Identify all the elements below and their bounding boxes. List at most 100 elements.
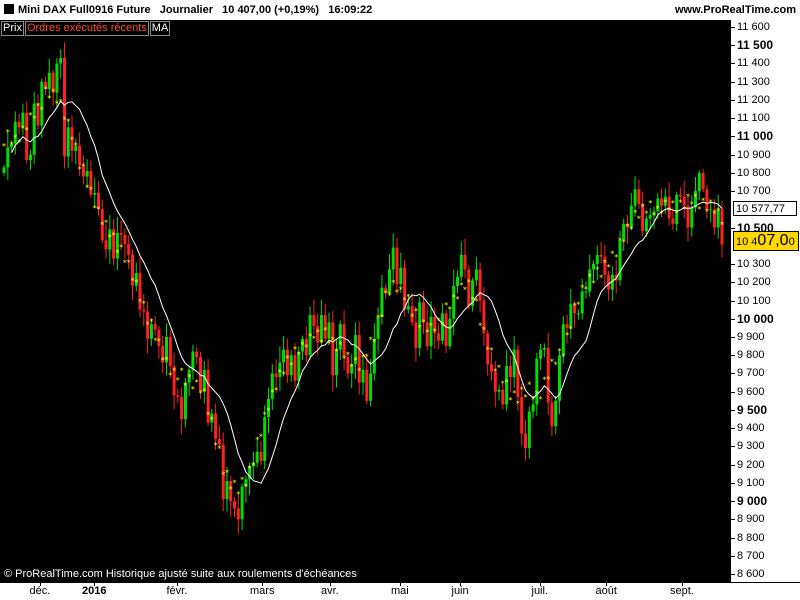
x-tick-label: sept. <box>670 585 694 597</box>
price-chart[interactable]: * * * * * * * * * * * * * * * * * * * * * * * * * * * * * * * * * * * * * * * *… <box>0 20 730 582</box>
candle-body[interactable] <box>263 417 267 461</box>
candle-body[interactable] <box>539 349 543 359</box>
candle-body[interactable] <box>168 337 172 367</box>
candle-body[interactable] <box>459 254 463 277</box>
candle-body[interactable] <box>391 247 395 270</box>
candle-body[interactable] <box>127 244 131 255</box>
candle-body[interactable] <box>32 103 36 155</box>
y-tick-mark <box>731 191 735 193</box>
candle-body[interactable] <box>474 269 478 281</box>
candle-body[interactable] <box>576 313 580 315</box>
candle-body[interactable] <box>59 58 63 64</box>
candle-body[interactable] <box>633 189 637 206</box>
candle-body[interactable] <box>444 313 448 347</box>
candle-body[interactable] <box>55 63 59 93</box>
candle-body[interactable] <box>365 369 369 401</box>
candle-body[interactable] <box>599 254 603 257</box>
sar-dot: * <box>74 141 78 150</box>
candle-body[interactable] <box>119 233 123 235</box>
candle-body[interactable] <box>508 366 512 377</box>
candle-body[interactable] <box>478 269 482 301</box>
sar-dot: * <box>323 326 327 335</box>
candle-body[interactable] <box>29 154 32 161</box>
y-tick-mark <box>731 318 735 320</box>
candle-body[interactable] <box>47 72 51 89</box>
candle-body[interactable] <box>524 433 527 449</box>
last-price-main: 07,0 <box>757 232 789 249</box>
candle-body[interactable] <box>595 254 599 264</box>
sar-dot: * <box>32 115 36 124</box>
candle-body[interactable] <box>312 315 316 326</box>
sar-dot: * <box>614 253 618 262</box>
date-axis[interactable]: déc. 2016 févr. mars avr. mai juin juil. août sep… <box>0 582 800 600</box>
candle-body[interactable] <box>85 171 89 177</box>
y-tick-mark <box>731 501 735 503</box>
sar-dot: * <box>516 400 520 409</box>
candle-body[interactable] <box>6 147 10 168</box>
legend-prix[interactable]: Prix <box>1 21 24 36</box>
candle-body[interactable] <box>142 309 146 312</box>
candle-body[interactable] <box>497 389 501 392</box>
site-url[interactable]: www.ProRealTime.com <box>675 0 796 20</box>
sar-dot: * <box>569 325 573 334</box>
candle-body[interactable] <box>550 402 554 427</box>
candle-body[interactable] <box>554 400 558 427</box>
y-tick-mark <box>731 391 735 393</box>
sar-dot: * <box>482 326 486 335</box>
sar-dot: * <box>546 375 550 384</box>
candle-body[interactable] <box>463 254 467 270</box>
indicator-legend: Prix Ordres exécutés récents MA <box>1 21 171 36</box>
candle-body[interactable] <box>671 218 675 224</box>
candle-body[interactable] <box>191 351 195 370</box>
sar-dot: * <box>372 338 376 347</box>
y-tick-label: 8 700 <box>737 549 765 562</box>
candle-body[interactable] <box>644 218 648 232</box>
candle-body[interactable] <box>195 351 199 358</box>
y-tick-mark <box>731 373 735 375</box>
candle-body[interactable] <box>678 194 682 197</box>
candle-body[interactable] <box>395 247 399 285</box>
candle-body[interactable] <box>361 369 365 383</box>
price-axis[interactable]: 11 600 11 500 11 400 11 300 11 200 11 100 11 0… <box>730 20 800 582</box>
candle-body[interactable] <box>527 411 531 449</box>
candle-body[interactable] <box>255 451 259 463</box>
candle-body[interactable] <box>697 172 701 192</box>
candle-body[interactable] <box>93 192 97 195</box>
candle-body[interactable] <box>690 207 694 228</box>
y-tick-mark <box>731 136 735 138</box>
legend-ordres-executes[interactable]: Ordres exécutés récents <box>24 21 149 36</box>
candle-body[interactable] <box>399 267 403 285</box>
candle-body[interactable] <box>542 347 546 350</box>
candle-body[interactable] <box>701 172 705 190</box>
chart-plot-area[interactable]: * * * * * * * * * * * * * * * * * * * * * * * * * * * * * * * * * * * * * * * *… <box>0 20 730 582</box>
candle-body[interactable] <box>607 275 611 290</box>
candle-body[interactable] <box>406 306 410 310</box>
candle-body[interactable] <box>259 451 263 461</box>
candle-body[interactable] <box>240 486 244 520</box>
candle-body[interactable] <box>176 395 180 398</box>
candle-body[interactable] <box>448 318 452 347</box>
x-tick-label: avr. <box>321 585 339 597</box>
candle-body[interactable] <box>2 167 6 173</box>
sar-dot: * <box>456 295 460 304</box>
candle-body[interactable] <box>369 373 373 401</box>
candle-body[interactable] <box>214 413 218 440</box>
candle-body[interactable] <box>437 333 441 341</box>
candle-body[interactable] <box>520 397 524 434</box>
candle-body[interactable] <box>63 58 66 157</box>
candle-body[interactable] <box>233 501 236 509</box>
candle-body[interactable] <box>531 404 535 412</box>
y-tick-label: 9 000 <box>737 494 768 509</box>
candle-body[interactable] <box>580 291 584 314</box>
sar-dot: * <box>705 207 709 216</box>
moving-average-line <box>11 100 723 484</box>
y-tick-mark <box>731 172 735 174</box>
y-tick-mark <box>731 409 735 411</box>
candle-body[interactable] <box>153 324 157 330</box>
candle-body[interactable] <box>180 397 184 419</box>
candle-body[interactable] <box>236 508 240 520</box>
candle-body[interactable] <box>501 389 505 405</box>
legend-ma[interactable]: MA <box>149 21 171 36</box>
sar-dot: * <box>346 351 350 360</box>
candle-body[interactable] <box>123 234 127 244</box>
